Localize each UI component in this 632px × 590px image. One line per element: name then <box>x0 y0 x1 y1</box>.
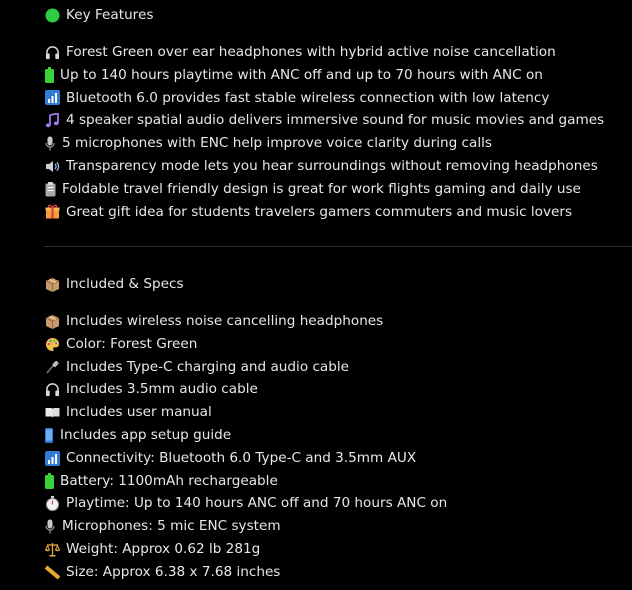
spec-text: Color: Forest Green <box>66 335 198 352</box>
green-circle-icon <box>44 7 60 23</box>
spec-text: Connectivity: Bluetooth 6.0 Type-C and 3… <box>66 449 417 466</box>
phone-icon <box>44 427 54 443</box>
list-item: Connectivity: Bluetooth 6.0 Type-C and 3… <box>44 447 632 470</box>
gift-icon <box>44 204 60 220</box>
headphones-icon <box>44 382 60 398</box>
music-note-icon <box>44 113 60 129</box>
list-item: Great gift idea for students travelers g… <box>44 201 632 224</box>
list-item: Includes wireless noise cancelling headp… <box>44 310 632 333</box>
spec-text: Includes Type-C charging and audio cable <box>66 358 350 375</box>
spec-text: Size: Approx 6.38 x 7.68 inches <box>66 563 281 580</box>
key-features-heading: Key Features <box>44 4 632 26</box>
list-item: Bluetooth 6.0 provides fast stable wirel… <box>44 87 632 110</box>
feature-text: Forest Green over ear headphones with hy… <box>66 44 556 60</box>
book-icon <box>44 405 60 421</box>
list-item: Includes Type-C charging and audio cable <box>44 356 632 379</box>
battery-icon <box>44 67 54 84</box>
feature-text: Foldable travel friendly design is great… <box>62 180 581 197</box>
list-item: Size: Approx 6.38 x 7.68 inches <box>44 561 632 584</box>
spec-text: Microphones: 5 mic ENC system <box>62 518 281 535</box>
spec-text: Includes app setup guide <box>60 426 232 443</box>
included-specs-list: Includes wireless noise cancelling headp… <box>44 310 632 584</box>
key-features-section: Key Features <box>44 4 632 26</box>
feature-text: 5 microphones with ENC help improve voic… <box>62 135 492 152</box>
palette-icon <box>44 336 60 352</box>
included-specs-section: Included & Specs <box>44 273 632 295</box>
battery-icon <box>44 472 54 489</box>
feature-text: Transparency mode lets you hear surround… <box>66 157 598 174</box>
list-item: 5 microphones with ENC help improve voic… <box>44 132 632 155</box>
included-specs-title: Included & Specs <box>66 276 184 292</box>
list-item: Includes app setup guide <box>44 424 632 447</box>
spec-text: Battery: 1100mAh rechargeable <box>60 472 278 489</box>
list-item: Color: Forest Green <box>44 333 632 356</box>
list-item: Includes 3.5mm audio cable <box>44 378 632 401</box>
package-icon <box>44 313 60 329</box>
list-item: Transparency mode lets you hear surround… <box>44 155 632 178</box>
stopwatch-icon <box>44 496 60 512</box>
speaker-icon <box>44 158 60 174</box>
spec-text: Includes wireless noise cancelling headp… <box>66 313 384 329</box>
feature-text: Up to 140 hours playtime with ANC off an… <box>60 66 543 83</box>
spec-text: Includes user manual <box>66 404 212 421</box>
list-item: Weight: Approx 0.62 lb 281g <box>44 538 632 561</box>
feature-text: 4 speaker spatial audio delivers immersi… <box>66 112 605 129</box>
key-features-list: Forest Green over ear headphones with hy… <box>44 41 632 223</box>
list-item: Foldable travel friendly design is great… <box>44 178 632 201</box>
clipboard-icon <box>44 181 56 197</box>
feature-text: Great gift idea for students travelers g… <box>66 203 573 220</box>
signal-bars-icon <box>44 90 60 106</box>
section-divider <box>44 246 632 247</box>
list-item: 4 speaker spatial audio delivers immersi… <box>44 109 632 132</box>
signal-bars-icon <box>44 450 60 466</box>
list-item: Microphones: 5 mic ENC system <box>44 515 632 538</box>
headphones-icon <box>44 44 60 60</box>
list-item: Playtime: Up to 140 hours ANC off and 70… <box>44 492 632 515</box>
list-item: Includes user manual <box>44 401 632 424</box>
microphone-icon <box>44 519 56 535</box>
feature-text: Bluetooth 6.0 provides fast stable wirel… <box>66 89 550 106</box>
list-item: Battery: 1100mAh rechargeable <box>44 470 632 493</box>
spec-text: Includes 3.5mm audio cable <box>66 381 258 398</box>
cable-icon <box>44 359 60 375</box>
included-specs-heading: Included & Specs <box>44 273 632 295</box>
list-item: Up to 140 hours playtime with ANC off an… <box>44 64 632 87</box>
spec-text: Playtime: Up to 140 hours ANC off and 70… <box>66 495 448 512</box>
scales-icon <box>44 541 60 557</box>
package-icon <box>44 276 60 292</box>
microphone-icon <box>44 136 56 152</box>
list-item: Forest Green over ear headphones with hy… <box>44 41 632 64</box>
ruler-icon <box>44 564 60 580</box>
key-features-title: Key Features <box>66 7 154 23</box>
spec-text: Weight: Approx 0.62 lb 281g <box>66 540 261 557</box>
